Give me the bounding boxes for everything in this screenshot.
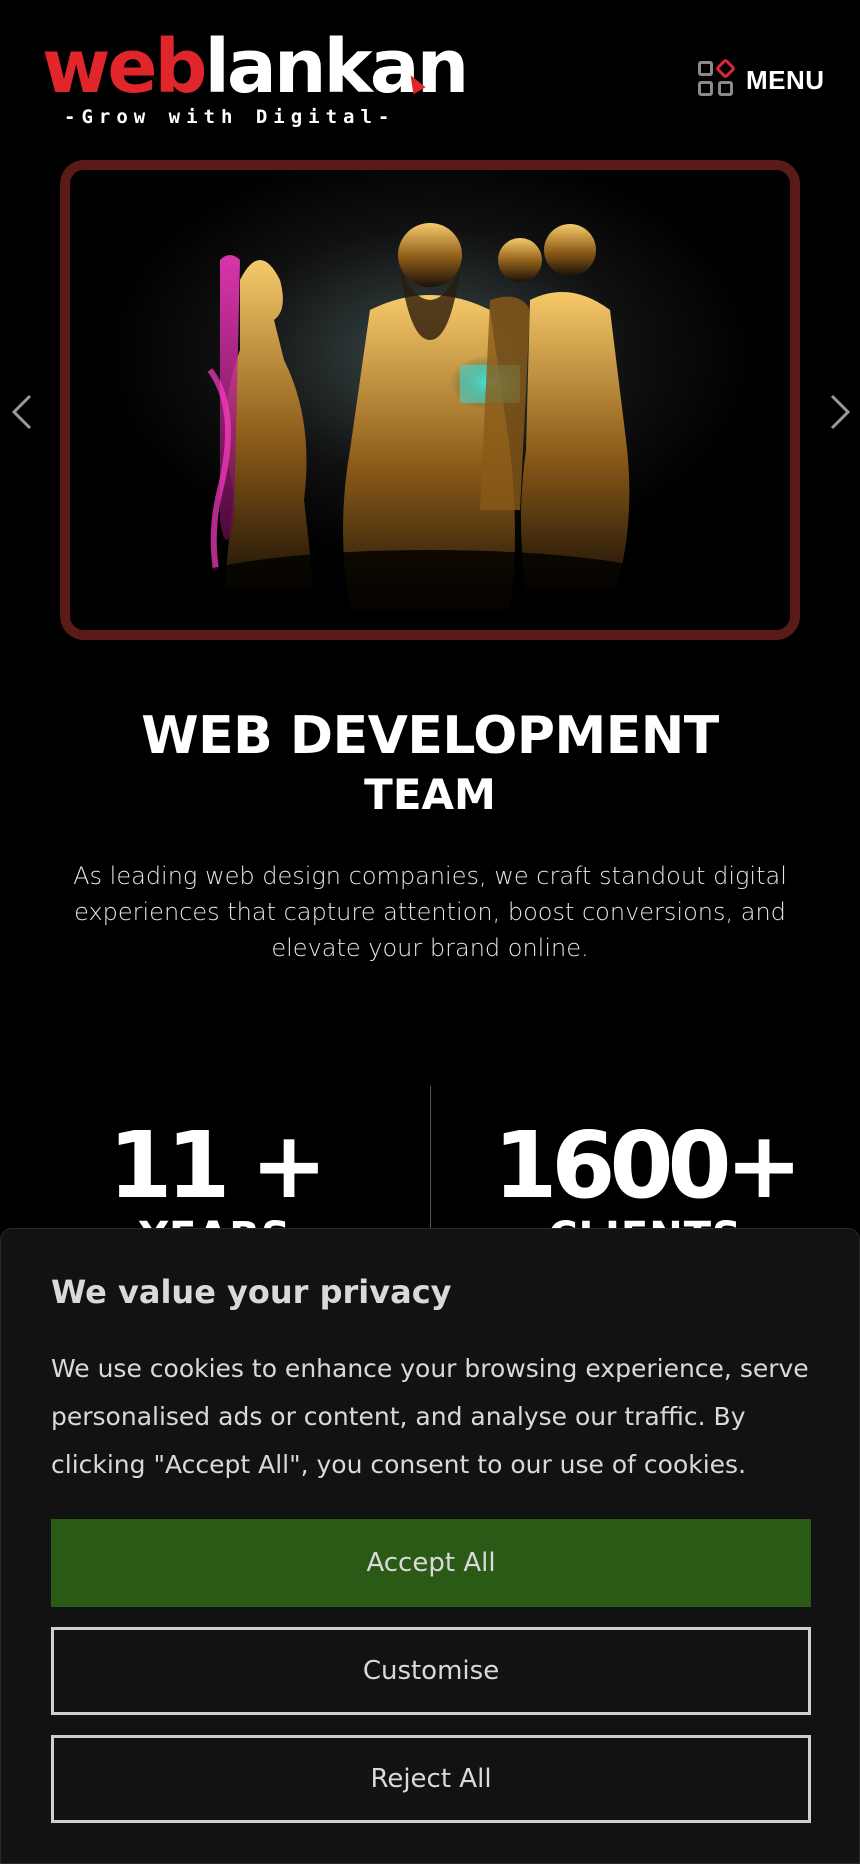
- menu-button[interactable]: MENU: [698, 57, 828, 102]
- customise-button[interactable]: Customise: [51, 1627, 811, 1715]
- chevron-right-icon[interactable]: [826, 392, 854, 432]
- chevron-left-icon[interactable]: [8, 392, 36, 432]
- site-header: weblankan -Grow with Digital- MENU: [0, 0, 860, 150]
- logo-part-red: web: [42, 24, 208, 110]
- logo-wordmark: weblankan: [42, 24, 470, 110]
- cookie-description: We use cookies to enhance your browsing …: [51, 1354, 809, 1479]
- page-subtitle: TEAM: [364, 770, 496, 819]
- stat-value: 1600+: [493, 1112, 802, 1219]
- hero-image: [70, 170, 790, 630]
- logo-part-white: lankan: [204, 24, 470, 110]
- cookie-consent-panel: We value your privacy We use cookies to …: [0, 1228, 860, 1864]
- menu-label: MENU: [746, 64, 825, 95]
- grid-menu-icon: [698, 57, 737, 99]
- logo-tagline: -Grow with Digital-: [64, 106, 396, 128]
- stat-value: 11 +: [108, 1112, 327, 1219]
- page-title: WEB DEVELOPMENT: [141, 706, 719, 766]
- hero-slider[interactable]: [60, 160, 800, 640]
- intro-paragraph: As leading web design companies, we craf…: [73, 862, 787, 962]
- accept-all-button[interactable]: Accept All: [51, 1519, 811, 1607]
- site-logo[interactable]: weblankan -Grow with Digital-: [42, 24, 469, 134]
- reject-all-button[interactable]: Reject All: [51, 1735, 811, 1823]
- cookie-title: We value your privacy: [51, 1273, 452, 1311]
